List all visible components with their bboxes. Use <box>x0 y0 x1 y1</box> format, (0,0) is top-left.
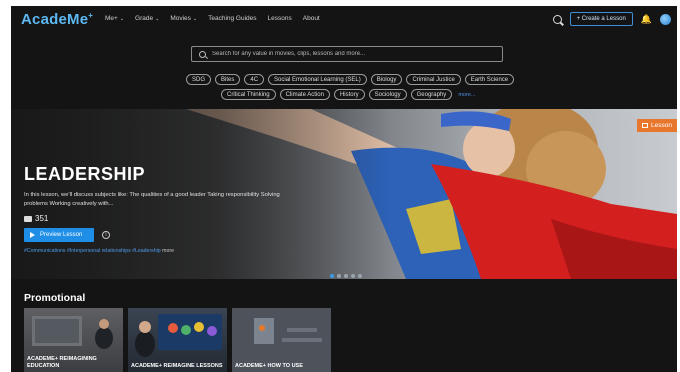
search-icon[interactable] <box>552 14 562 24</box>
lesson-badge: Lesson <box>637 119 677 132</box>
tag-history[interactable]: History <box>333 89 365 100</box>
menu-item-movies[interactable]: Movies ⌄ <box>170 15 197 22</box>
view-count: 351 <box>24 214 48 223</box>
menu-item-teaching-guides[interactable]: Teaching Guides <box>208 15 256 22</box>
tag-geography[interactable]: Geography <box>410 89 453 100</box>
menu-item-me-plus[interactable]: Me+ ⌄ <box>105 15 124 22</box>
tag-4c[interactable]: 4C <box>244 74 265 85</box>
menu-item-lessons[interactable]: Lessons <box>268 15 292 22</box>
tag-criminal-justice[interactable]: Criminal Justice <box>406 74 461 85</box>
menu-item-about[interactable]: About <box>303 15 320 22</box>
info-icon[interactable]: i <box>102 231 110 239</box>
tag-biology[interactable]: Biology <box>370 74 403 85</box>
lesson-icon <box>642 123 649 128</box>
hero-title: LEADERSHIP <box>24 164 146 184</box>
promo-card-label: ACADEME+ HOW TO USE <box>235 363 303 369</box>
promo-card-label: ACADEME+ REIMAGINING EDUCATION <box>27 356 97 369</box>
tag-earth-science[interactable]: Earth Science <box>464 74 515 85</box>
tag-row-2: Critical Thinking Climate Action History… <box>221 89 475 100</box>
tag-critical-thinking[interactable]: Critical Thinking <box>221 89 276 100</box>
tag-sdg[interactable]: SDG <box>186 74 212 85</box>
promo-card-label: ACADEME+ REIMAGINE LESSONS <box>131 363 223 369</box>
hero-hashtags[interactable]: #Communications #Interpersonal relations… <box>24 248 174 254</box>
tag-sociology[interactable]: Sociology <box>368 89 407 100</box>
hero-banner[interactable]: Lesson LEADERSHIP In this lesson, we'll … <box>11 109 677 279</box>
search-input[interactable] <box>212 51 492 57</box>
main-menu: Me+ ⌄ Grade ⌄ Movies ⌄ Teaching Guides Less… <box>105 15 320 22</box>
promotional-heading: Promotional <box>24 292 86 304</box>
tags-more-link[interactable]: more... <box>458 92 475 98</box>
brand-logo[interactable]: AcadeMe+ <box>21 11 93 28</box>
tag-sel[interactable]: Social Emotional Learning (SEL) <box>268 74 367 85</box>
app-window: AcadeMe+ Me+ ⌄ Grade ⌄ Movies ⌄ Teaching Gu… <box>11 6 677 372</box>
promo-card[interactable]: ACADEME+ REIMAGINING EDUCATION <box>24 308 123 372</box>
bell-icon[interactable]: 🔔 <box>641 14 652 25</box>
play-icon <box>30 232 35 238</box>
promotional-cards: ACADEME+ REIMAGINING EDUCATION ACADEME+ … <box>24 308 331 372</box>
create-lesson-button[interactable]: + Create a Lesson <box>569 12 633 26</box>
carousel-dots <box>330 274 362 278</box>
promo-card[interactable]: ACADEME+ HOW TO USE <box>232 308 331 372</box>
carousel-dot[interactable] <box>344 274 348 278</box>
top-nav: AcadeMe+ Me+ ⌄ Grade ⌄ Movies ⌄ Teaching Gu… <box>11 6 677 33</box>
tag-bites[interactable]: Bites <box>215 74 241 85</box>
carousel-dot[interactable] <box>358 274 362 278</box>
carousel-dot[interactable] <box>337 274 341 278</box>
chevron-down-icon: ⌄ <box>192 16 198 22</box>
nav-actions: + Create a Lesson 🔔 <box>552 12 671 26</box>
tag-climate-action[interactable]: Climate Action <box>279 89 330 100</box>
chevron-down-icon: ⌄ <box>119 16 125 22</box>
chevron-down-icon: ⌄ <box>155 16 160 22</box>
preview-lesson-button[interactable]: Preview Lesson <box>24 228 94 242</box>
search-icon <box>199 50 206 58</box>
promo-card[interactable]: ACADEME+ REIMAGINE LESSONS <box>128 308 227 372</box>
carousel-dot[interactable] <box>351 274 355 278</box>
avatar[interactable] <box>660 13 671 25</box>
hero-description: In this lesson, we'll discuss subjects l… <box>24 192 280 207</box>
menu-item-grade[interactable]: Grade ⌄ <box>135 15 159 22</box>
carousel-dot[interactable] <box>330 274 334 278</box>
tag-row-1: SDG Bites 4C Social Emotional Learning (… <box>186 74 515 85</box>
hashtags-more-link[interactable]: more <box>162 248 174 254</box>
search-bar[interactable] <box>191 46 503 62</box>
views-icon <box>24 215 32 222</box>
